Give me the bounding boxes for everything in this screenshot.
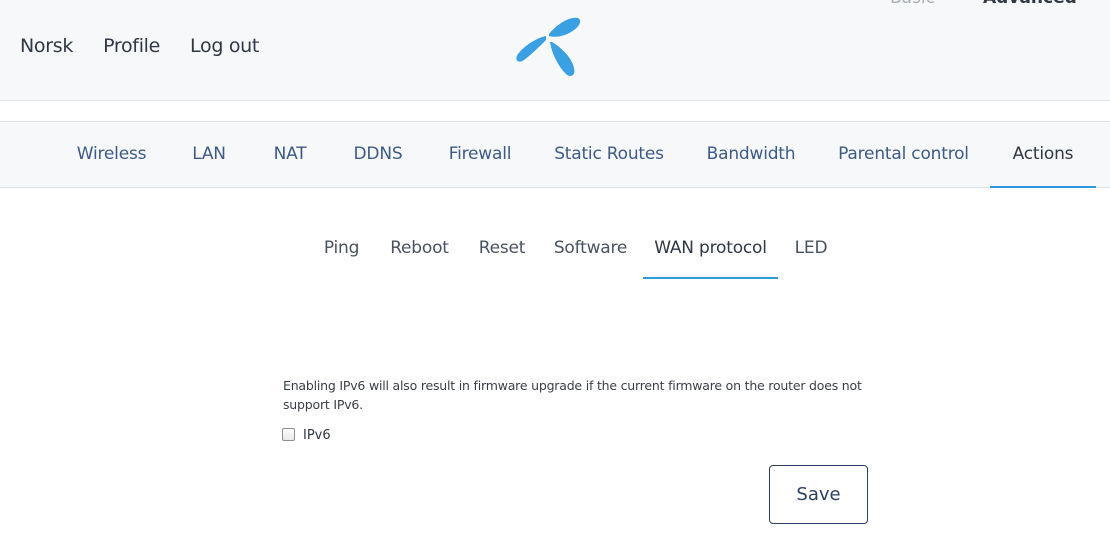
subtab-software[interactable]: Software [547, 222, 634, 279]
ipv6-notice-text: Enabling IPv6 will also result in firmwa… [283, 378, 862, 412]
main-navigation: Wireless LAN NAT DDNS Firewall Static Ro… [0, 121, 1110, 188]
tab-actions[interactable]: Actions [990, 122, 1096, 188]
tab-static-routes[interactable]: Static Routes [545, 122, 673, 188]
subtab-led[interactable]: LED [787, 222, 835, 279]
tab-lan[interactable]: LAN [180, 122, 238, 188]
profile-link[interactable]: Profile [103, 35, 160, 57]
top-header: Norsk Profile Log out Basic Advanced [0, 0, 1110, 101]
tab-bandwidth[interactable]: Bandwidth [697, 122, 805, 188]
mode-switch: Basic Advanced [890, 0, 1077, 8]
language-link[interactable]: Norsk [20, 35, 73, 57]
tab-firewall[interactable]: Firewall [437, 122, 523, 188]
subtab-ping[interactable]: Ping [314, 222, 369, 279]
tab-parental-control[interactable]: Parental control [828, 122, 979, 188]
ipv6-option: IPv6 [282, 426, 331, 443]
logout-link[interactable]: Log out [190, 35, 259, 57]
telenor-logo-icon[interactable] [512, 12, 584, 80]
actions-sub-navigation: Ping Reboot Reset Software WAN protocol … [0, 222, 1110, 280]
ipv6-checkbox[interactable] [282, 428, 295, 441]
tab-wireless[interactable]: Wireless [66, 122, 157, 188]
ipv6-label[interactable]: IPv6 [303, 428, 331, 443]
tab-ddns[interactable]: DDNS [342, 122, 414, 188]
subtab-wan-protocol[interactable]: WAN protocol [643, 222, 778, 279]
advanced-mode-tab[interactable]: Advanced [983, 0, 1077, 8]
basic-mode-tab[interactable]: Basic [890, 0, 935, 8]
tab-nat[interactable]: NAT [260, 122, 320, 188]
header-links: Norsk Profile Log out [20, 35, 289, 57]
subtab-reboot[interactable]: Reboot [383, 222, 456, 279]
save-button[interactable]: Save [769, 465, 868, 524]
subtab-reset[interactable]: Reset [471, 222, 533, 279]
